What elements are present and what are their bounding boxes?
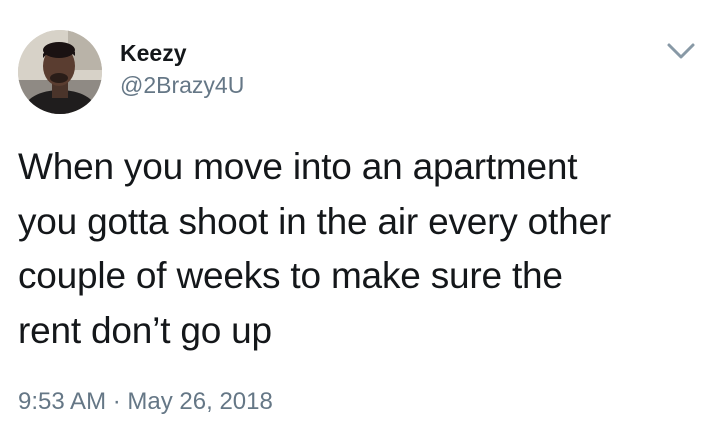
tweet-text-line: you gotta shoot in the air every other — [18, 200, 611, 242]
chevron-down-icon[interactable] — [666, 40, 696, 62]
author-avatar[interactable] — [18, 30, 102, 114]
tweet-timestamp[interactable]: 9:53 AM · May 26, 2018 — [18, 387, 273, 417]
meta-separator: · — [112, 388, 121, 415]
tweet-time: 9:53 AM — [18, 388, 107, 415]
profile-photo-icon — [18, 30, 102, 114]
tweet-text-line: couple of weeks to make sure the — [18, 255, 563, 296]
tweet-text: When you move into an apartment you gott… — [18, 140, 708, 358]
tweet-text-line: When you move into an apartment — [18, 146, 578, 187]
tweet-text-line: rent don’t go up — [18, 309, 272, 351]
tweet-card: Keezy @2Brazy4U When you move into an ap… — [0, 0, 720, 439]
author-handle[interactable]: @2Brazy4U — [120, 72, 244, 98]
tweet-date: May 26, 2018 — [127, 388, 273, 415]
author-display-name[interactable]: Keezy — [120, 40, 186, 66]
